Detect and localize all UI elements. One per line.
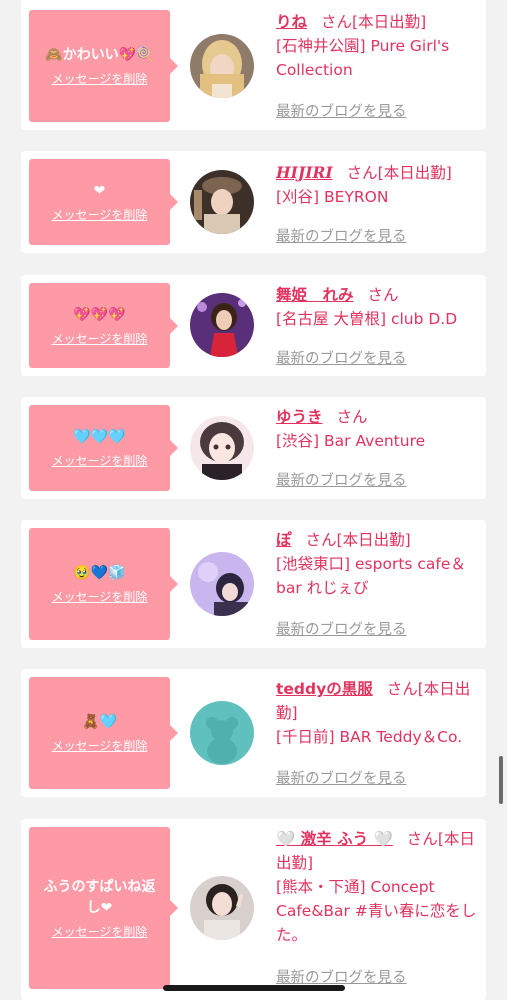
latest-blog-link[interactable]: 最新のブログを見る [276, 469, 407, 490]
cast-info: ぽさん[本日出勤] [池袋東口] esports cafe＆bar れじぇび [276, 528, 480, 600]
latest-blog-link[interactable]: 最新のブログを見る [276, 347, 407, 368]
message-text: ❤ [93, 183, 106, 199]
latest-blog-link[interactable]: 最新のブログを見る [276, 966, 407, 987]
cast-name-link[interactable]: teddyの黒服 [276, 680, 373, 698]
work-status: [本日出勤] [336, 531, 411, 549]
delete-message-link[interactable]: メッセージを削除 [52, 737, 148, 754]
message-bubble: 💖💖💖 メッセージを削除 [29, 283, 178, 368]
message-bubble: ❤ メッセージを削除 [29, 159, 178, 245]
teddy-bear-icon [190, 701, 254, 765]
cast-name-link[interactable]: ぽ [276, 531, 292, 549]
latest-blog-link[interactable]: 最新のブログを見る [276, 767, 407, 788]
message-bubble: 🧸🩵 メッセージを削除 [29, 677, 178, 789]
honorific: さん [346, 164, 378, 182]
cast-card: 🧸🩵 メッセージを削除 teddyの黒服 さん[本日出勤] [千日前] BAR T… [21, 669, 486, 797]
shop-name: [池袋東口] esports cafe＆bar れじぇび [276, 555, 466, 597]
honorific: さん [406, 830, 438, 848]
cast-card: 🩵🩵🩵 メッセージを削除 ゆうき さん [渋谷] Bar Aventure 最新の… [21, 397, 486, 499]
latest-blog-link[interactable]: 最新のブログを見る [276, 618, 407, 639]
message-text: 💖💖💖 [73, 306, 126, 323]
shop-name: [渋谷] Bar Aventure [276, 432, 426, 450]
shop-name: [熊本・下通] Concept Cafe&Bar #青い春に恋をした。 [276, 878, 477, 944]
message-bubble: 🩵🩵🩵 メッセージを削除 [29, 405, 178, 491]
cast-name-link[interactable]: 舞姫 れみ [276, 286, 354, 304]
work-status: [本日出勤] [352, 13, 427, 31]
cast-avatar[interactable] [190, 701, 254, 765]
shop-name: [名古屋 大曽根] club D.D [276, 310, 458, 328]
delete-message-link[interactable]: メッセージを削除 [52, 923, 148, 940]
delete-message-link[interactable]: メッセージを削除 [52, 452, 148, 469]
cast-card: 🙈かわいい💖🍭 メッセージを削除 りね さん[本日出勤] [石神井公園] Pure… [21, 0, 486, 130]
cast-avatar[interactable] [190, 34, 254, 98]
latest-blog-link[interactable]: 最新のブログを見る [276, 100, 407, 121]
delete-message-link[interactable]: メッセージを削除 [52, 588, 148, 605]
honorific: さん [305, 531, 337, 549]
honorific: さん [367, 286, 399, 304]
cast-avatar[interactable] [190, 416, 254, 480]
honorific: さん [336, 408, 368, 426]
shop-name: [千日前] BAR Teddy＆Co. [276, 728, 463, 746]
cast-avatar[interactable] [190, 170, 254, 234]
cast-card: 🥹💙🧊 メッセージを削除 ぽさん[本日出勤] [池袋東口] esports ca… [21, 520, 486, 648]
delete-message-link[interactable]: メッセージを削除 [52, 70, 148, 87]
cast-info: teddyの黒服 さん[本日出勤] [千日前] BAR Teddy＆Co. [276, 677, 480, 749]
home-indicator[interactable] [163, 985, 345, 991]
message-text: 🙈かわいい💖🍭 [45, 47, 154, 63]
shop-name: [刈谷] BEYRON [276, 188, 389, 206]
cast-info: HIJIRI さん[本日出勤] [刈谷] BEYRON [276, 161, 480, 209]
cast-avatar[interactable] [190, 293, 254, 357]
message-bubble: ふうのすぱいね返し❤ メッセージを削除 [29, 827, 178, 989]
scrollbar[interactable] [499, 756, 503, 804]
message-bubble: 🙈かわいい💖🍭 メッセージを削除 [29, 10, 178, 122]
shop-name: [石神井公園] Pure Girl's Collection [276, 37, 450, 79]
honorific: さん [386, 680, 418, 698]
message-text: 🥹💙🧊 [73, 565, 126, 581]
cast-name-link[interactable]: りね [276, 13, 307, 31]
cast-avatar[interactable] [190, 552, 254, 616]
cast-card: 💖💖💖 メッセージを削除 舞姫 れみ さん [名古屋 大曽根] club D.D … [21, 275, 486, 376]
message-text: ふうのすぱいね返し❤ [43, 878, 156, 916]
latest-blog-link[interactable]: 最新のブログを見る [276, 225, 407, 246]
cast-name-link[interactable]: 🤍 激辛 ふう 🤍 [276, 830, 393, 848]
cast-info: 舞姫 れみ さん [名古屋 大曽根] club D.D [276, 283, 480, 331]
message-bubble: 🥹💙🧊 メッセージを削除 [29, 528, 178, 640]
cast-card: ふうのすぱいね返し❤ メッセージを削除 🤍 激辛 ふう 🤍 さん[本日出勤] [熊… [21, 819, 486, 1000]
cast-name-link[interactable]: HIJIRI [276, 163, 333, 182]
honorific: さん [321, 13, 353, 31]
work-status: [本日出勤] [377, 164, 452, 182]
cast-info: りね さん[本日出勤] [石神井公園] Pure Girl's Collectio… [276, 10, 480, 82]
message-text: 🩵🩵🩵 [73, 429, 126, 445]
cast-name-link[interactable]: ゆうき [276, 408, 323, 426]
cast-info: 🤍 激辛 ふう 🤍 さん[本日出勤] [熊本・下通] Concept Cafe&B… [276, 827, 480, 947]
cast-info: ゆうき さん [渋谷] Bar Aventure [276, 405, 480, 453]
delete-message-link[interactable]: メッセージを削除 [52, 330, 148, 347]
cast-avatar[interactable] [190, 876, 254, 940]
message-text: 🧸🩵 [82, 714, 117, 730]
cast-card: ❤ メッセージを削除 HIJIRI さん[本日出勤] [刈谷] BEYRON 最新… [21, 151, 486, 253]
delete-message-link[interactable]: メッセージを削除 [52, 206, 148, 223]
